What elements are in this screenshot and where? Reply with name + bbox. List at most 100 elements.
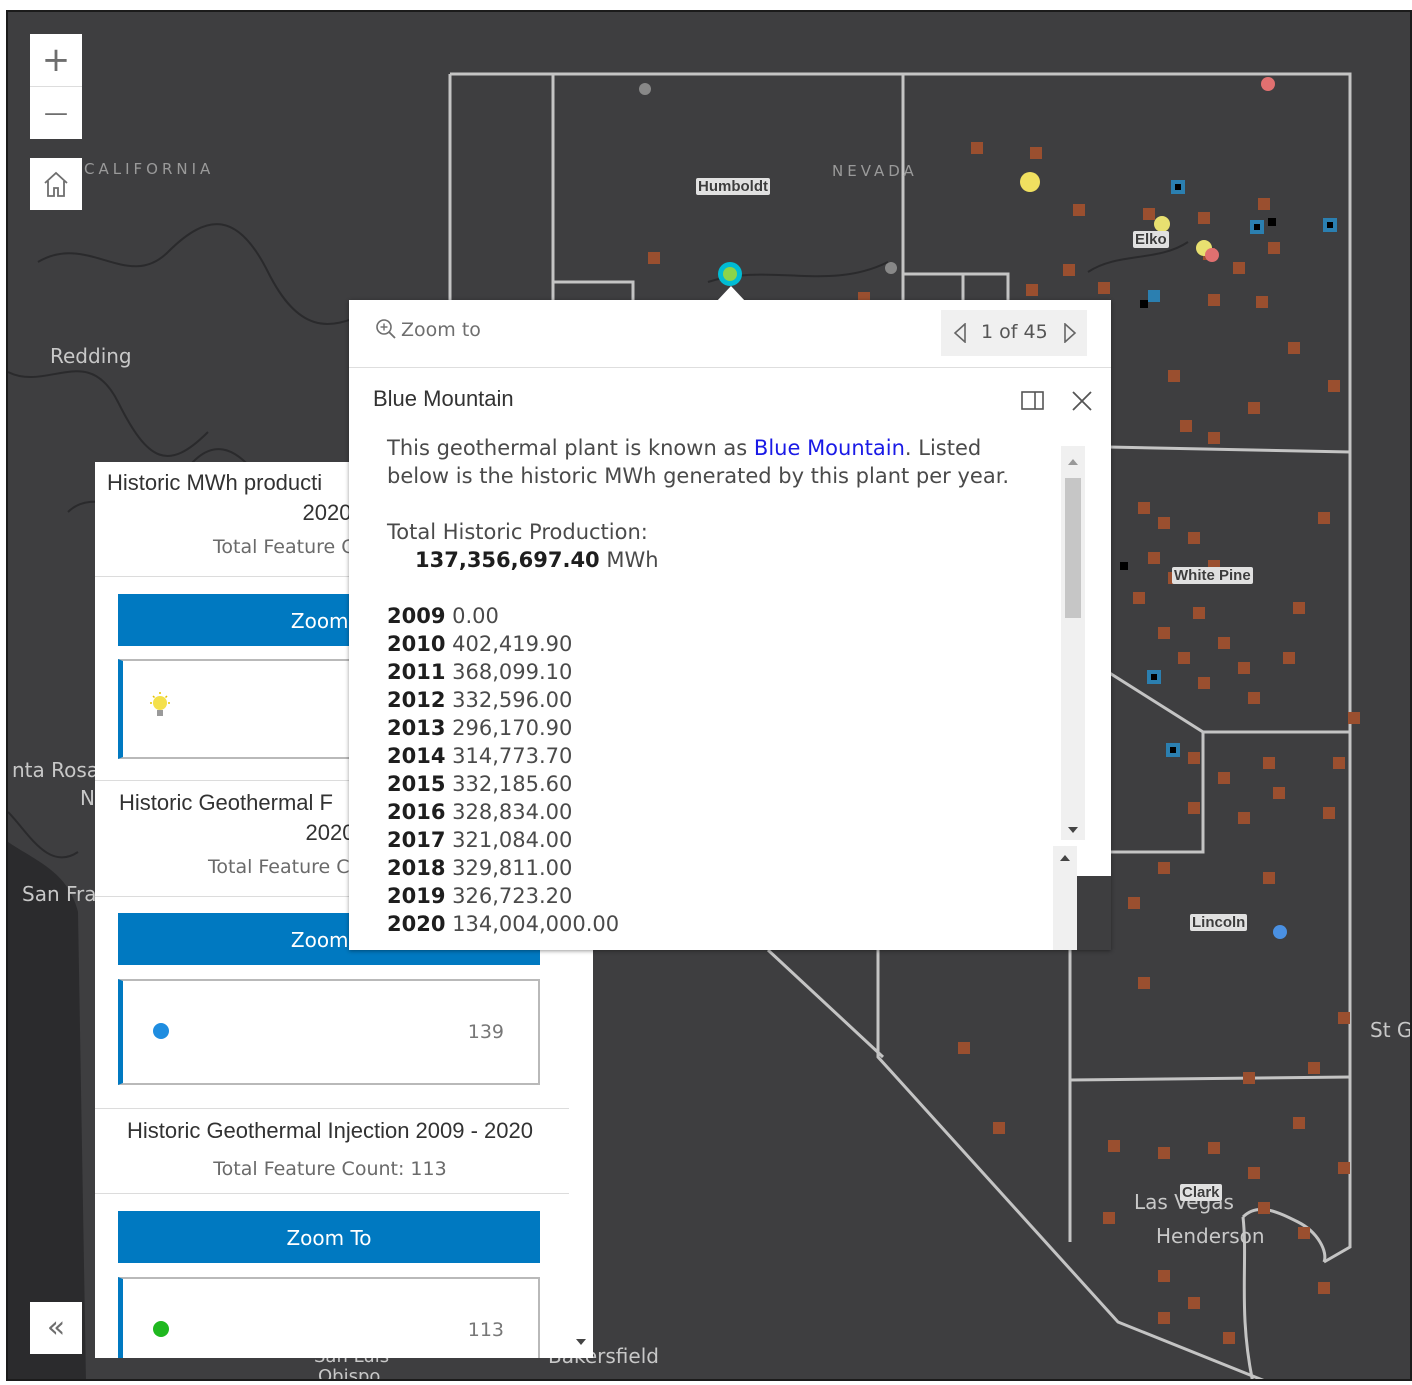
year-label: 2012	[387, 688, 446, 712]
year-row: 2018 329,811.00	[387, 854, 1027, 882]
popup-content: This geothermal plant is known as Blue M…	[387, 434, 1027, 938]
selected-feature-marker[interactable]	[718, 262, 742, 286]
year-label: 2014	[387, 744, 446, 768]
popup-pointer	[716, 286, 746, 302]
year-label: 2015	[387, 772, 446, 796]
year-value: 0.00	[452, 604, 499, 628]
divider	[95, 1193, 593, 1194]
popup-header: Zoom to 1 of 45	[349, 300, 1111, 368]
year-value: 368,099.10	[452, 660, 573, 684]
popup-scrollbar[interactable]	[1061, 446, 1085, 840]
zoom-to-label: Zoom to	[401, 319, 481, 341]
year-row: 2015 332,185.60	[387, 770, 1027, 798]
section-title: Historic Geothermal Injection 2009 - 202…	[127, 1118, 533, 1143]
zoom-magnifier-icon	[376, 319, 396, 339]
year-row: 2009 0.00	[387, 602, 1027, 630]
region-label-nevada: NEVADA	[832, 162, 918, 180]
legend-item[interactable]: 139	[118, 979, 540, 1085]
plant-name-link[interactable]: Blue Mountain	[754, 436, 905, 460]
year-row: 2012 332,596.00	[387, 686, 1027, 714]
next-icon[interactable]	[1063, 323, 1077, 343]
year-value: 329,811.00	[452, 856, 573, 880]
county-label-white-pine: White Pine	[1172, 567, 1253, 584]
year-row: 2014 314,773.70	[387, 742, 1027, 770]
popup-scrollbar-lower[interactable]	[1053, 846, 1077, 950]
year-value: 328,834.00	[452, 800, 573, 824]
lightbulb-icon	[150, 692, 170, 716]
year-label: 2019	[387, 884, 446, 908]
zoom-out-button[interactable]: —	[30, 87, 82, 139]
place-label-santa-rosa: nta Rosa	[12, 758, 100, 782]
year-label: 2016	[387, 800, 446, 824]
intro-line-2: below is the historic MWh generated by t…	[387, 464, 1010, 488]
county-label-elko: Elko	[1133, 231, 1169, 248]
green-dot-icon	[153, 1321, 169, 1337]
total-unit: MWh	[606, 548, 659, 572]
place-label-obispo: Obispo	[318, 1366, 381, 1381]
popup-corner	[1077, 846, 1111, 876]
yearly-production-list: 2009 0.00 2010 402,419.90 2011 368,099.10 2…	[387, 602, 1027, 938]
year-value: 332,185.60	[452, 772, 573, 796]
year-row: 2019 326,723.20	[387, 882, 1027, 910]
year-label: 2009	[387, 604, 446, 628]
popup-title: Blue Mountain	[373, 386, 514, 411]
bay-area-water	[8, 842, 86, 1379]
place-label-henderson: Henderson	[1156, 1224, 1265, 1248]
scroll-up-icon[interactable]	[1059, 854, 1071, 862]
year-label: 2020	[387, 912, 446, 936]
feature-count: Total Feature Count: 113	[213, 1158, 447, 1180]
year-label: 2011	[387, 660, 446, 684]
year-label: 2017	[387, 828, 446, 852]
legend-count: 113	[467, 1319, 504, 1341]
scroll-down-icon[interactable]	[575, 1338, 587, 1346]
total-label: Total Historic Production:	[387, 520, 648, 544]
intro-line-1: This geothermal plant is known as Blue M…	[387, 434, 1027, 462]
total-value: 137,356,697.40	[415, 548, 600, 572]
year-row: 2011 368,099.10	[387, 658, 1027, 686]
year-row: 2013 296,170.90	[387, 714, 1027, 742]
year-label: 2018	[387, 856, 446, 880]
zoom-to-button[interactable]: Zoom To	[118, 1211, 540, 1263]
section-3-header: Historic Geothermal Injection 2009 - 202…	[95, 1118, 565, 1180]
place-label-santa-rosa-n: N	[80, 786, 95, 810]
county-label-clark: Clark	[1180, 1184, 1222, 1201]
map-gap	[1077, 876, 1111, 950]
blue-square-points	[1120, 180, 1337, 757]
scroll-up-icon[interactable]	[1067, 458, 1079, 466]
year-value: 321,084.00	[452, 828, 573, 852]
scroll-down-icon[interactable]	[1067, 826, 1079, 834]
year-row: 2020 134,004,000.00	[387, 910, 1027, 938]
county-label-lincoln: Lincoln	[1190, 914, 1248, 931]
year-row: 2010 402,419.90	[387, 630, 1027, 658]
year-value: 326,723.20	[452, 884, 573, 908]
pager-text: 1 of 45	[981, 321, 1048, 343]
zoom-to-link[interactable]: Zoom to	[375, 318, 481, 341]
year-value: 296,170.90	[452, 716, 573, 740]
blue-dot-icon	[153, 1023, 169, 1039]
collapse-panel-button[interactable]: «	[30, 1302, 82, 1354]
home-button[interactable]	[30, 158, 82, 210]
legend-item[interactable]: 113	[118, 1277, 540, 1358]
year-row: 2017 321,084.00	[387, 826, 1027, 854]
place-label-redding: Redding	[50, 344, 132, 368]
divider	[95, 1108, 593, 1109]
place-label-san-francisco: San Fra	[22, 882, 97, 906]
total-production: 137,356,697.40 MWh	[387, 546, 1027, 574]
close-icon[interactable]	[1071, 390, 1093, 412]
place-label-st-george: St G	[1370, 1018, 1412, 1042]
previous-icon[interactable]	[953, 323, 967, 343]
county-label-humboldt: Humboldt	[696, 178, 770, 195]
feature-pager: 1 of 45	[941, 310, 1087, 356]
year-value: 134,004,000.00	[452, 912, 620, 936]
year-label: 2010	[387, 632, 446, 656]
region-label-california: CALIFORNIA	[84, 160, 215, 178]
dock-icon[interactable]	[1021, 390, 1045, 412]
intro-text: This geothermal plant is known as	[387, 436, 754, 460]
year-value: 402,419.90	[452, 632, 573, 656]
feature-popup[interactable]: Zoom to 1 of 45 Blue Mountain This geoth…	[349, 300, 1111, 950]
intro-text-end: . Listed	[904, 436, 982, 460]
legend-count: 139	[467, 1021, 504, 1043]
zoom-in-button[interactable]: +	[30, 34, 82, 86]
scrollbar-thumb[interactable]	[1065, 478, 1081, 618]
map-view[interactable]: CALIFORNIA NEVADA Redding nta Rosa N San…	[6, 10, 1412, 1381]
